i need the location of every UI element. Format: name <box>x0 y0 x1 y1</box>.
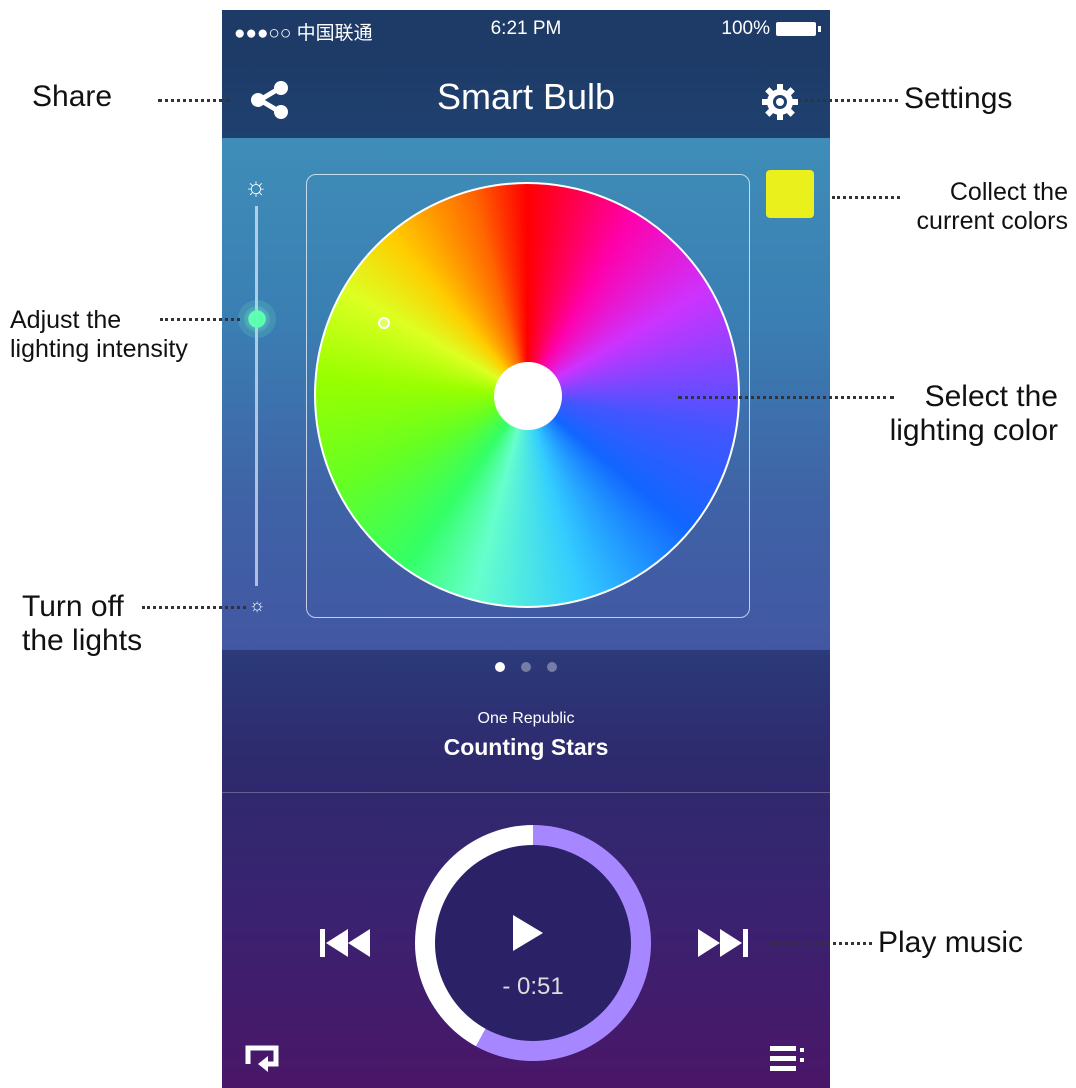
callout-collect: Collect the current colors <box>916 178 1068 235</box>
callout-turn-off: Turn off the lights <box>22 590 143 657</box>
battery-icon <box>776 22 821 36</box>
callout-settings: Settings <box>904 82 1013 115</box>
sun-small-icon[interactable]: ☼ <box>246 594 268 616</box>
leader-select <box>678 396 894 399</box>
brightness-slider[interactable] <box>255 206 258 586</box>
song-title: Counting Stars <box>443 734 609 760</box>
music-panel: One Republic Counting Stars - 0:51 <box>222 650 830 1088</box>
leader-play <box>772 942 872 945</box>
brightness-slider-knob[interactable] <box>244 306 270 332</box>
page-title: Smart Bulb <box>436 76 616 117</box>
callout-select: Select the lighting color <box>889 380 1058 447</box>
leader-settings <box>798 99 898 102</box>
sun-icon: ☼ <box>244 171 268 201</box>
play-icon[interactable] <box>513 915 543 951</box>
skip-back-icon[interactable] <box>314 925 374 961</box>
battery-status: 100% <box>721 18 821 40</box>
battery-percent: 100% <box>721 18 770 39</box>
status-bar: ●●●○○ 中国联通 6:21 PM 100% <box>222 10 830 50</box>
leader-share <box>158 99 230 102</box>
divider <box>222 792 830 793</box>
color-picker-handle[interactable] <box>378 317 390 329</box>
color-panel: ☼ ☼ <box>222 138 830 650</box>
skip-forward-icon[interactable] <box>694 925 754 961</box>
nav-bar: Smart Bulb <box>222 50 830 138</box>
gear-icon[interactable] <box>760 82 800 122</box>
page-indicator[interactable] <box>222 662 830 672</box>
color-wheel[interactable] <box>314 182 740 608</box>
play-button[interactable]: - 0:51 <box>435 845 631 1041</box>
playlist-icon[interactable] <box>768 1042 808 1074</box>
leader-collect <box>832 196 900 199</box>
artist-name: One Republic <box>477 710 575 727</box>
page-dot[interactable] <box>521 662 531 672</box>
phone-screen: ●●●○○ 中国联通 6:21 PM 100% Smart Bulb ☼ ☼ O… <box>222 10 830 1088</box>
color-wheel-center <box>494 362 562 430</box>
collected-color-swatch[interactable] <box>766 170 814 218</box>
leader-turn-off <box>142 606 246 609</box>
repeat-icon[interactable] <box>242 1042 282 1074</box>
page-dot[interactable] <box>547 662 557 672</box>
callout-adjust: Adjust the lighting intensity <box>10 306 188 363</box>
callout-share: Share <box>32 80 113 113</box>
play-progress-ring[interactable]: - 0:51 <box>415 825 651 1061</box>
leader-adjust <box>160 318 240 321</box>
page-dot[interactable] <box>495 662 505 672</box>
callout-play: Play music <box>878 926 1024 959</box>
time-remaining: - 0:51 <box>502 973 564 1000</box>
